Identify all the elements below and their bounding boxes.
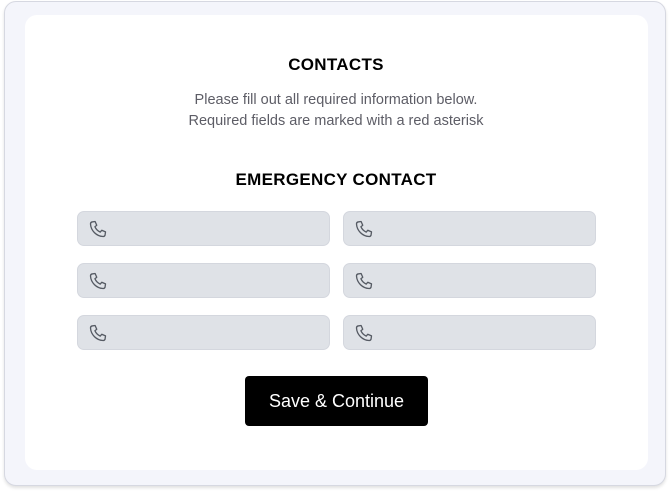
phone-field-6[interactable] [343, 315, 596, 350]
phone-icon [355, 272, 373, 290]
phone-input-6[interactable] [382, 316, 587, 349]
phone-field-5[interactable] [77, 315, 330, 350]
phone-field-2[interactable] [343, 211, 596, 246]
phone-input-1[interactable] [116, 212, 321, 245]
phone-field-4[interactable] [343, 263, 596, 298]
page-title: CONTACTS [288, 55, 384, 74]
phone-icon [89, 324, 107, 342]
section-title-emergency-contact: EMERGENCY CONTACT [235, 170, 437, 189]
phone-icon [355, 220, 373, 238]
phone-field-3[interactable] [77, 263, 330, 298]
save-continue-button[interactable]: Save & Continue [245, 376, 428, 426]
phone-input-4[interactable] [382, 264, 587, 297]
phone-icon [89, 272, 107, 290]
phone-icon [355, 324, 373, 342]
phone-input-2[interactable] [382, 212, 587, 245]
phone-icon [89, 220, 107, 238]
phone-field-1[interactable] [77, 211, 330, 246]
instructions-line-1: Please fill out all required information… [194, 92, 478, 108]
instructions-line-2: Required fields are marked with a red as… [188, 113, 484, 129]
phone-input-3[interactable] [116, 264, 321, 297]
phone-input-5[interactable] [116, 316, 321, 349]
